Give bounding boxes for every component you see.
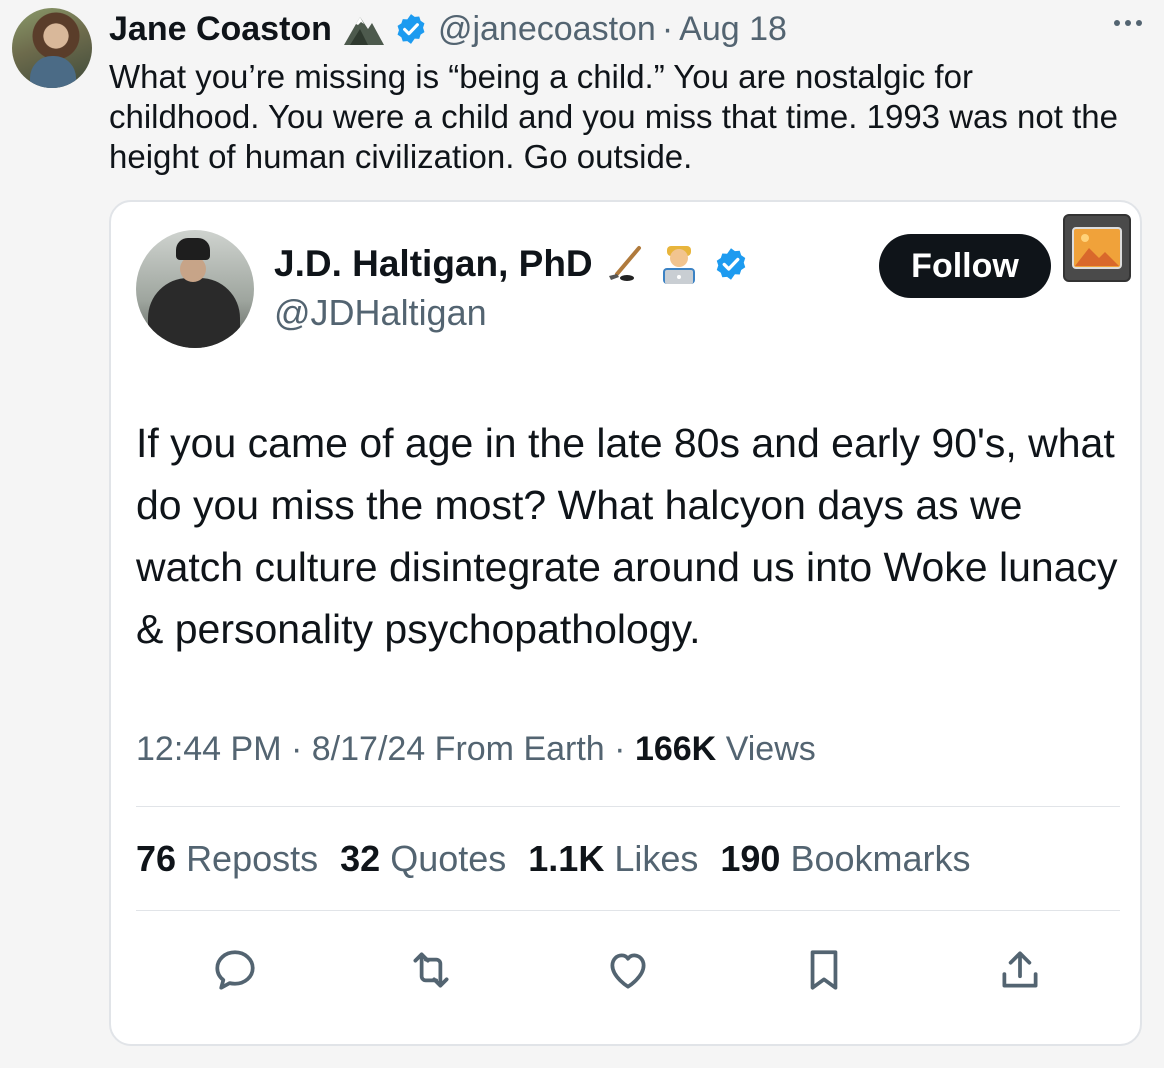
likes-stat[interactable]: 1.1K Likes [528,838,698,880]
divider [136,910,1120,911]
more-icon[interactable] [1114,20,1142,26]
image-icon[interactable] [1063,214,1131,282]
views-count: 166K [634,730,717,768]
bookmarks-stat[interactable]: 190 Bookmarks [720,838,970,880]
bookmarks-label: Bookmarks [790,838,971,879]
author-name[interactable]: J.D. Haltigan, PhD [274,243,593,285]
reposts-label: Reposts [186,838,319,879]
views-label: Views [725,730,816,768]
tweet-date[interactable]: Aug 18 [679,10,787,49]
likes-label: Likes [614,838,699,879]
tweet-time[interactable]: 12:44 PM [136,730,282,768]
author-handle[interactable]: @janecoaston [438,10,656,49]
separator: · [614,730,626,768]
verified-badge-icon [713,246,749,282]
tweet-header: Jane Coaston @janecoaston · Aug 18 [109,8,787,50]
quotes-label: Quotes [390,838,507,879]
mountain-emoji-icon [342,11,386,47]
avatar[interactable] [136,230,254,348]
technologist-emoji-icon [657,242,701,286]
share-icon[interactable] [992,942,1048,998]
reposts-count: 76 [136,838,177,879]
follow-button[interactable]: Follow [879,234,1051,298]
like-icon[interactable] [600,942,656,998]
tweet-date[interactable]: 8/17/24 [312,730,425,768]
verified-badge-icon [394,12,428,46]
avatar[interactable] [12,8,92,88]
bookmark-icon[interactable] [796,942,852,998]
bookmarks-count: 190 [720,838,781,879]
quoted-author-row: J.D. Haltigan, PhD [274,242,749,286]
likes-count: 1.1K [528,838,605,879]
quoted-tweet-card[interactable]: J.D. Haltigan, PhD @JDHaltigan Follow If… [109,200,1142,1046]
repost-icon[interactable] [403,942,459,998]
reply-icon[interactable] [207,942,263,998]
tweet-location: From Earth [434,730,605,768]
separator: · [661,9,674,48]
author-name[interactable]: Jane Coaston [109,10,332,49]
quoted-tweet-text: If you came of age in the late 80s and e… [136,420,1118,652]
stats-row: 76 Reposts 32 Quotes 1.1K Likes 190 Book… [136,838,971,880]
action-bar [111,942,1140,1002]
separator: · [290,730,303,768]
quotes-count: 32 [340,838,381,879]
divider [136,806,1120,807]
hockey-stick-emoji-icon [605,244,645,284]
author-handle[interactable]: @JDHaltigan [274,292,487,334]
tweet-text: What you’re missing is “being a child.” … [109,58,1118,175]
quotes-stat[interactable]: 32 Quotes [340,838,506,880]
reposts-stat[interactable]: 76 Reposts [136,838,318,880]
tweet-meta: 12:44 PM · 8/17/24 From Earth · 166K Vie… [136,730,816,769]
